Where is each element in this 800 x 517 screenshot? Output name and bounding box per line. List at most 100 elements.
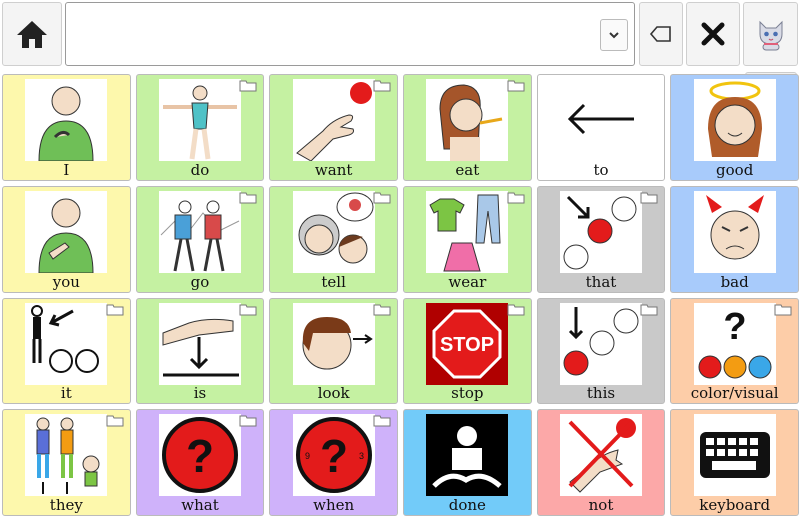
stop-sign-icon: STOP — [426, 302, 509, 385]
people-group-icon — [25, 414, 108, 497]
keyboard-icon — [693, 414, 776, 497]
clock-question-icon: ? 9 3 — [292, 414, 375, 497]
folder-icon — [373, 304, 391, 315]
cell-stop[interactable]: STOP stop — [403, 297, 532, 405]
cell-label: stop — [451, 384, 484, 403]
message-bar[interactable] — [65, 2, 635, 66]
svg-text:?: ? — [320, 430, 348, 482]
folder-icon — [507, 192, 525, 204]
cell-this[interactable]: this — [536, 297, 666, 405]
clothes-icon — [426, 190, 509, 273]
svg-text:?: ? — [723, 306, 746, 348]
cell-it[interactable]: it — [2, 297, 131, 405]
cell-keyboard[interactable]: keyboard — [670, 409, 799, 516]
cell-i[interactable]: I — [2, 74, 131, 181]
cell-label: you — [52, 272, 80, 291]
cell-go[interactable]: go — [135, 185, 265, 293]
folder-icon — [373, 80, 391, 92]
backspace-icon — [649, 26, 671, 42]
cell-do[interactable]: do — [135, 74, 265, 181]
folder-icon — [373, 415, 391, 427]
cell-label: what — [181, 496, 219, 514]
reaching-hand-icon — [292, 79, 375, 161]
hikers-walking-icon — [158, 190, 241, 273]
svg-text:3: 3 — [359, 451, 364, 461]
cell-label: do — [190, 160, 210, 179]
cell-label: keyboard — [699, 496, 771, 514]
cell-when[interactable]: ? 9 3 when — [269, 409, 398, 516]
cell-label: wear — [448, 272, 487, 291]
cell-label: that — [585, 272, 617, 291]
cell-label: to — [593, 160, 609, 179]
svg-text:9: 9 — [305, 451, 310, 461]
grandma-storytelling-icon — [292, 190, 375, 273]
folder-icon — [640, 192, 658, 204]
folder-icon — [239, 192, 257, 204]
folder-icon — [507, 80, 525, 92]
cell-is[interactable]: is — [135, 297, 265, 405]
cell-label: it — [60, 384, 72, 403]
cell-label: is — [193, 384, 207, 403]
cell-bad[interactable]: bad — [670, 185, 799, 293]
cell-label: when — [313, 496, 355, 514]
finished-sign-icon — [426, 414, 509, 497]
cell-you[interactable]: you — [2, 185, 131, 293]
clear-icon — [701, 22, 725, 46]
cell-want[interactable]: want — [269, 74, 398, 181]
cell-not[interactable]: not — [536, 409, 666, 516]
cell-what[interactable]: ? what — [135, 409, 265, 516]
cell-label: bad — [720, 272, 749, 291]
folder-icon — [239, 80, 257, 92]
svg-text:STOP: STOP — [440, 334, 494, 356]
cell-label: color/visual — [690, 384, 779, 403]
cat-avatar-icon — [759, 20, 782, 51]
question-circle-icon: ? — [158, 414, 241, 497]
cell-label: good — [716, 160, 754, 179]
cell-to[interactable]: to — [536, 74, 666, 181]
cell-label: done — [448, 496, 486, 514]
hand-down-arrow-icon — [158, 302, 241, 385]
it-figure-icon — [25, 302, 108, 385]
cell-good[interactable]: good — [670, 74, 799, 181]
message-dropdown-button[interactable] — [600, 19, 628, 51]
cell-they[interactable]: they — [2, 409, 131, 516]
cell-look[interactable]: look — [269, 297, 398, 405]
clear-button[interactable] — [686, 2, 740, 66]
backspace-button[interactable] — [639, 2, 683, 66]
cell-label: eat — [455, 160, 480, 179]
arrow-left-icon — [559, 79, 642, 161]
girl-eating-icon — [426, 79, 509, 161]
cell-eat[interactable]: eat — [403, 74, 532, 181]
folder-icon — [239, 304, 257, 315]
crossed-hand-icon — [559, 414, 642, 497]
folder-icon — [106, 415, 124, 427]
home-icon — [17, 21, 47, 48]
this-dots-icon — [559, 302, 642, 385]
devil-face-icon — [693, 190, 776, 273]
that-dots-icon — [559, 190, 642, 273]
home-button[interactable] — [2, 2, 62, 66]
chevron-down-icon — [609, 32, 619, 39]
cell-label: tell — [321, 272, 346, 291]
cell-label: go — [190, 272, 210, 291]
folder-icon — [373, 192, 391, 204]
color-question-icon: ? — [693, 302, 776, 385]
folder-icon — [507, 304, 525, 315]
cell-color-visual[interactable]: ? color/visual — [670, 297, 799, 405]
angel-face-icon — [693, 79, 776, 161]
symbol-grid: I do want eat to good you go tell wear t… — [2, 74, 799, 516]
cell-done[interactable]: done — [403, 409, 532, 516]
cell-that[interactable]: that — [536, 185, 666, 293]
cell-label: want — [314, 160, 353, 179]
cell-wear[interactable]: wear — [403, 185, 532, 293]
cell-tell[interactable]: tell — [269, 185, 398, 293]
user-avatar-button[interactable] — [743, 2, 798, 66]
cell-label: look — [317, 384, 350, 403]
cell-label: this — [586, 384, 616, 403]
top-toolbar — [0, 0, 800, 70]
svg-text:?: ? — [186, 430, 214, 482]
folder-icon — [774, 304, 792, 315]
folder-icon — [640, 304, 658, 315]
gymnast-icon — [158, 79, 241, 161]
folder-icon — [239, 415, 257, 427]
